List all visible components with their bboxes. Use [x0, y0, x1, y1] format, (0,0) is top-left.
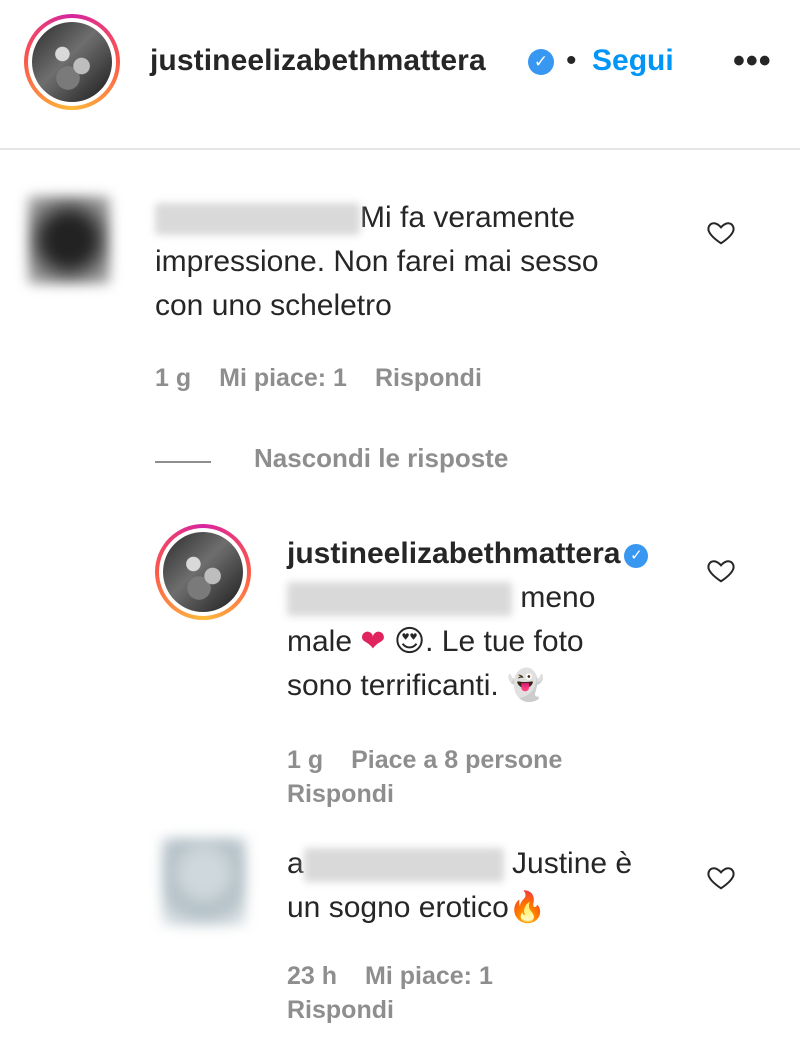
verified-badge-icon: ✓	[624, 544, 649, 568]
reply-likes[interactable]: Mi piace: 1	[365, 962, 493, 990]
comment-likes[interactable]: Mi piace: 1	[219, 364, 347, 392]
separator-dot: •	[566, 44, 577, 77]
blurred-mention[interactable]	[287, 582, 512, 617]
reply-meta-second-line: Rispondi	[287, 780, 422, 809]
hide-replies-button[interactable]: Nascondi le risposte	[254, 443, 508, 474]
red-heart-emoji: ❤	[360, 624, 386, 659]
like-heart-icon[interactable]	[706, 555, 736, 585]
blurred-username[interactable]	[155, 203, 360, 236]
comment-text: Mi fa veramente impressione. Non farei m…	[155, 196, 685, 328]
like-heart-icon[interactable]	[706, 217, 736, 247]
reply-text-line: un sogno erotico	[287, 891, 509, 924]
commenter-avatar[interactable]	[28, 196, 110, 284]
profile-avatar[interactable]	[24, 14, 120, 110]
header-username[interactable]: justineelizabethmattera	[150, 44, 486, 78]
reply-button[interactable]: Rispondi	[287, 996, 394, 1024]
comment-text-line: Mi fa veramente	[360, 201, 576, 234]
comment-time: 1 g	[155, 364, 192, 392]
reply-button[interactable]: Rispondi	[287, 780, 394, 808]
reply-text-line: . Le tue foto	[425, 625, 584, 658]
fire-emoji: 🔥	[508, 890, 547, 925]
post-header: justineelizabethmattera ✓ • Segui •••	[0, 0, 800, 150]
reply-text-line: sono terrificanti.	[287, 669, 499, 702]
more-options-icon[interactable]: •••	[733, 42, 772, 81]
reply-username-prefix[interactable]: a	[287, 847, 304, 880]
comment-meta: 1 g Mi piace: 1 Rispondi	[155, 364, 510, 393]
like-heart-icon[interactable]	[706, 862, 736, 892]
replies-divider	[155, 461, 211, 463]
reply-button[interactable]: Rispondi	[375, 364, 482, 392]
avatar-photo	[32, 22, 112, 102]
reply-meta: 1 g Piace a 8 persone	[287, 746, 590, 775]
reply-meta: 23 h Mi piace: 1	[287, 962, 521, 991]
reply-text-line: Justine è	[512, 847, 633, 880]
reply-text-line: meno	[520, 581, 596, 614]
follow-button[interactable]: Segui	[592, 44, 674, 78]
reply-meta-second-line: Rispondi	[287, 996, 422, 1025]
comment-text-line: impressione. Non farei mai sesso	[155, 245, 599, 278]
heart-eyes-emoji: 😍	[393, 624, 426, 659]
reply-text: justineelizabethmattera ✓ meno male ❤ 😍. …	[287, 532, 702, 708]
reply-avatar[interactable]	[155, 524, 251, 620]
blurred-username[interactable]	[303, 848, 504, 883]
reply-text-line: male	[287, 625, 353, 658]
avatar-photo	[163, 532, 243, 612]
reply-username[interactable]: justineelizabethmattera	[287, 537, 620, 570]
reply-text: a Justine è un sogno erotico🔥	[287, 842, 702, 930]
reply-likes[interactable]: Piace a 8 persone	[351, 746, 562, 774]
ghost-emoji: 👻	[507, 668, 545, 703]
verified-badge-icon: ✓	[528, 49, 554, 75]
reply-time: 1 g	[287, 746, 324, 774]
comment-text-line: con uno scheletro	[155, 289, 392, 322]
reply-avatar[interactable]	[162, 838, 246, 926]
reply-time: 23 h	[287, 962, 338, 990]
